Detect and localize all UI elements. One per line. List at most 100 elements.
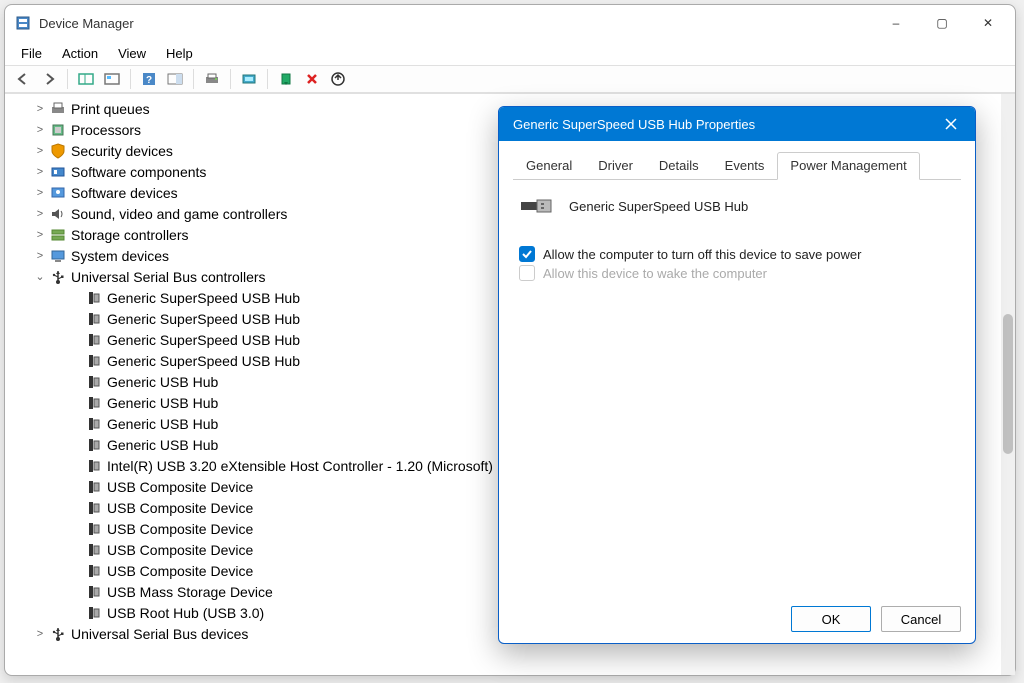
usb-icon — [49, 625, 67, 643]
expand-toggle[interactable]: ⌄ — [31, 270, 49, 283]
expand-toggle[interactable]: > — [31, 103, 49, 115]
update-driver-icon[interactable] — [326, 67, 350, 91]
storage-icon — [49, 226, 67, 244]
add-legacy-icon[interactable] — [274, 67, 298, 91]
show-hidden-icon[interactable] — [74, 67, 98, 91]
toolbar: ? — [5, 65, 1015, 93]
tab-details[interactable]: Details — [646, 152, 712, 180]
tree-item-label: Software devices — [71, 185, 178, 201]
toolbar-separator — [130, 69, 131, 89]
tab-general[interactable]: General — [513, 152, 585, 180]
tree-item-label: Software components — [71, 164, 206, 180]
usb-node-icon — [85, 520, 103, 538]
expand-toggle[interactable]: > — [31, 208, 49, 220]
expand-toggle[interactable]: > — [31, 628, 49, 640]
expand-toggle[interactable]: > — [31, 250, 49, 262]
tree-item-label: System devices — [71, 248, 169, 264]
expand-toggle[interactable]: > — [31, 124, 49, 136]
system-icon — [49, 247, 67, 265]
tree-item-label: USB Mass Storage Device — [107, 584, 273, 600]
checkbox-row-wake: Allow this device to wake the computer — [519, 265, 955, 281]
minimize-button[interactable]: – — [873, 7, 919, 39]
device-name: Generic SuperSpeed USB Hub — [569, 199, 748, 214]
toolbar-separator — [193, 69, 194, 89]
tree-item-label: USB Composite Device — [107, 542, 253, 558]
checkbox-power-off[interactable] — [519, 246, 535, 262]
expand-toggle[interactable]: > — [31, 187, 49, 199]
back-icon[interactable] — [11, 67, 35, 91]
usb-node-icon — [85, 331, 103, 349]
usb-node-icon — [85, 562, 103, 580]
close-button[interactable]: ✕ — [965, 7, 1011, 39]
speaker-icon — [49, 205, 67, 223]
tree-item-label: Security devices — [71, 143, 173, 159]
checkbox-wake — [519, 265, 535, 281]
tree-item-label: Generic SuperSpeed USB Hub — [107, 290, 300, 306]
help-icon[interactable]: ? — [137, 67, 161, 91]
usb-node-icon — [85, 604, 103, 622]
svg-text:?: ? — [146, 75, 152, 86]
toolbar-separator — [67, 69, 68, 89]
usb-node-icon — [85, 583, 103, 601]
tree-item-label: Generic SuperSpeed USB Hub — [107, 332, 300, 348]
dialog-close-button[interactable] — [931, 109, 971, 139]
tab-power-management[interactable]: Power Management — [777, 152, 919, 180]
tab-driver[interactable]: Driver — [585, 152, 646, 180]
usb-node-icon — [85, 541, 103, 559]
usb-plug-icon — [519, 194, 555, 218]
menu-bar: File Action View Help — [5, 41, 1015, 65]
tree-item-label: Storage controllers — [71, 227, 189, 243]
tree-item-label: Generic USB Hub — [107, 437, 218, 453]
scan-icon[interactable] — [237, 67, 261, 91]
usb-node-icon — [85, 457, 103, 475]
tree-item-label: USB Composite Device — [107, 521, 253, 537]
maximize-button[interactable]: ▢ — [919, 7, 965, 39]
tree-item-label: USB Composite Device — [107, 563, 253, 579]
menu-view[interactable]: View — [110, 44, 154, 63]
menu-file[interactable]: File — [13, 44, 50, 63]
tree-item-label: USB Composite Device — [107, 479, 253, 495]
security-icon — [49, 142, 67, 160]
expand-toggle[interactable]: > — [31, 166, 49, 178]
usb-node-icon — [85, 289, 103, 307]
device-header: Generic SuperSpeed USB Hub — [519, 194, 955, 218]
forward-icon[interactable] — [37, 67, 61, 91]
checkbox-row-power-off[interactable]: Allow the computer to turn off this devi… — [519, 246, 955, 262]
tree-item-label: Universal Serial Bus devices — [71, 626, 248, 642]
tree-item-label: Print queues — [71, 101, 150, 117]
dialog-title: Generic SuperSpeed USB Hub Properties — [513, 117, 755, 132]
tree-item-label: USB Root Hub (USB 3.0) — [107, 605, 264, 621]
component-icon — [49, 163, 67, 181]
usb-node-icon — [85, 352, 103, 370]
cpu-icon — [49, 121, 67, 139]
remove-icon[interactable] — [300, 67, 324, 91]
vertical-scrollbar[interactable] — [1001, 94, 1015, 675]
checkbox-wake-label: Allow this device to wake the computer — [543, 266, 767, 281]
dialog-tabs: GeneralDriverDetailsEventsPower Manageme… — [513, 151, 961, 180]
usb-node-icon — [85, 415, 103, 433]
cancel-button[interactable]: Cancel — [881, 606, 961, 632]
properties-pane-icon[interactable] — [163, 67, 187, 91]
toolbar-separator — [267, 69, 268, 89]
tree-item-label: Sound, video and game controllers — [71, 206, 287, 222]
menu-action[interactable]: Action — [54, 44, 106, 63]
tree-item-label: Processors — [71, 122, 141, 138]
tree-item-label: Generic USB Hub — [107, 416, 218, 432]
dialog-footer: OK Cancel — [499, 595, 975, 643]
tab-power-management: Generic SuperSpeed USB Hub Allow the com… — [513, 180, 961, 595]
expand-toggle[interactable]: > — [31, 229, 49, 241]
tab-events[interactable]: Events — [712, 152, 778, 180]
scrollbar-thumb[interactable] — [1003, 314, 1013, 454]
expand-toggle[interactable]: > — [31, 145, 49, 157]
print-icon[interactable] — [200, 67, 224, 91]
ok-button[interactable]: OK — [791, 606, 871, 632]
tree-item-label: Generic SuperSpeed USB Hub — [107, 311, 300, 327]
tree-item-label: USB Composite Device — [107, 500, 253, 516]
title-bar: Device Manager – ▢ ✕ — [5, 5, 1015, 41]
tree-item-label: Generic SuperSpeed USB Hub — [107, 353, 300, 369]
refresh-icon[interactable] — [100, 67, 124, 91]
menu-help[interactable]: Help — [158, 44, 201, 63]
toolbar-separator — [230, 69, 231, 89]
dialog-title-bar: Generic SuperSpeed USB Hub Properties — [499, 107, 975, 141]
usb-icon — [49, 268, 67, 286]
